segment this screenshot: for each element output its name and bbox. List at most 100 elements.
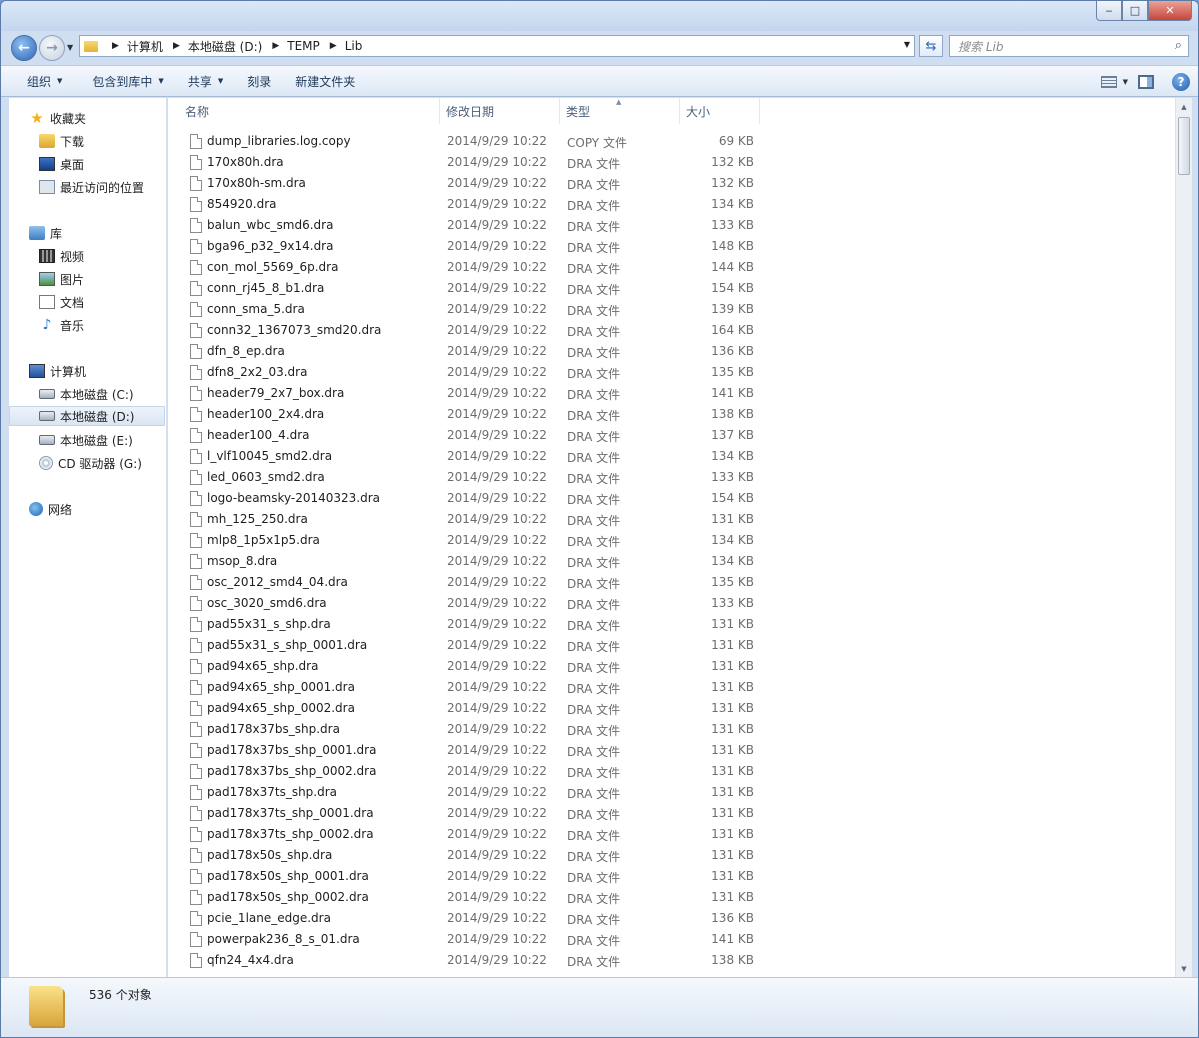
address-bar[interactable]: ▶ 计算机 ▶ 本地磁盘 (D:) ▶ TEMP ▶ Lib ▼ bbox=[79, 35, 915, 57]
file-type: DRA 文件 bbox=[567, 556, 621, 570]
organize-button[interactable]: 组织 ▼ bbox=[15, 69, 74, 93]
column-header-name[interactable]: 名称 bbox=[168, 98, 440, 124]
burn-button[interactable]: 刻录 bbox=[235, 69, 283, 93]
file-row[interactable]: pad55x31_s_shp.dra 2014/9/29 10:22 DRA 文件 1… bbox=[168, 614, 768, 635]
file-row[interactable]: pad178x37bs_shp_0002.dra 2014/9/29 10:22 D… bbox=[168, 761, 768, 782]
chevron-right-icon[interactable]: ▶ bbox=[112, 41, 119, 51]
file-row[interactable]: header100_2x4.dra 2014/9/29 10:22 DRA 文件 13… bbox=[168, 404, 768, 425]
column-header-date[interactable]: 修改日期 bbox=[440, 98, 560, 124]
file-row[interactable]: led_0603_smd2.dra 2014/9/29 10:22 DRA 文件 13… bbox=[168, 467, 768, 488]
breadcrumb-temp[interactable]: TEMP bbox=[287, 39, 320, 53]
back-button[interactable]: ← bbox=[11, 35, 37, 61]
breadcrumb-drive-d[interactable]: 本地磁盘 (D:) bbox=[188, 38, 262, 55]
file-row[interactable]: header79_2x7_box.dra 2014/9/29 10:22 DRA 文… bbox=[168, 383, 768, 404]
file-row[interactable]: pad94x65_shp_0001.dra 2014/9/29 10:22 DRA … bbox=[168, 677, 768, 698]
file-row[interactable]: pad94x65_shp.dra 2014/9/29 10:22 DRA 文件 131… bbox=[168, 656, 768, 677]
file-row[interactable]: logo-beamsky-20140323.dra 2014/9/29 10:22… bbox=[168, 488, 768, 509]
nav-pictures[interactable]: 图片 bbox=[39, 269, 84, 289]
picture-icon bbox=[39, 272, 55, 286]
breadcrumb-computer[interactable]: 计算机 bbox=[127, 38, 163, 55]
file-row[interactable]: mlp8_1p5x1p5.dra 2014/9/29 10:22 DRA 文件 134… bbox=[168, 530, 768, 551]
maximize-button[interactable]: □ bbox=[1122, 1, 1148, 21]
file-row[interactable]: qfn24_4x4.dra 2014/9/29 10:22 DRA 文件 138 KB bbox=[168, 950, 768, 971]
preview-pane-icon[interactable] bbox=[1138, 75, 1154, 89]
file-row[interactable]: osc_3020_smd6.dra 2014/9/29 10:22 DRA 文件 13… bbox=[168, 593, 768, 614]
include-in-library-button[interactable]: 包含到库中 ▼ bbox=[80, 69, 175, 93]
file-row[interactable]: pcie_1lane_edge.dra 2014/9/29 10:22 DRA 文件… bbox=[168, 908, 768, 929]
chevron-right-icon[interactable]: ▶ bbox=[330, 41, 337, 51]
scroll-down-icon[interactable]: ▼ bbox=[1176, 960, 1192, 977]
nav-recent-places[interactable]: 最近访问的位置 bbox=[39, 177, 144, 197]
file-row[interactable]: pad178x37ts_shp_0002.dra 2014/9/29 10:22 D… bbox=[168, 824, 768, 845]
file-row[interactable]: 854920.dra 2014/9/29 10:22 DRA 文件 134 KB bbox=[168, 194, 768, 215]
nav-drive-e[interactable]: 本地磁盘 (E:) bbox=[39, 430, 133, 450]
file-row[interactable]: pad178x50s_shp.dra 2014/9/29 10:22 DRA 文件 1… bbox=[168, 845, 768, 866]
recent-pages-dropdown[interactable]: ▼ bbox=[67, 43, 73, 52]
nav-documents[interactable]: 文档 bbox=[39, 292, 84, 312]
file-row[interactable]: l_vlf10045_smd2.dra 2014/9/29 10:22 DRA 文件… bbox=[168, 446, 768, 467]
nav-cd-drive-g[interactable]: CD 驱动器 (G:) bbox=[39, 453, 142, 473]
file-row[interactable]: pad178x50s_shp_0002.dra 2014/9/29 10:22 DR… bbox=[168, 887, 768, 908]
file-row[interactable]: msop_8.dra 2014/9/29 10:22 DRA 文件 134 KB bbox=[168, 551, 768, 572]
scrollbar-thumb[interactable] bbox=[1178, 117, 1190, 175]
view-options-icon[interactable] bbox=[1100, 76, 1117, 88]
file-row[interactable]: pad178x37bs_shp_0001.dra 2014/9/29 10:22 D… bbox=[168, 740, 768, 761]
scroll-up-icon[interactable]: ▲ bbox=[1176, 98, 1192, 115]
file-row[interactable]: 170x80h-sm.dra 2014/9/29 10:22 DRA 文件 132 K… bbox=[168, 173, 768, 194]
file-date: 2014/9/29 10:22 bbox=[447, 155, 547, 169]
file-row[interactable]: 170x80h.dra 2014/9/29 10:22 DRA 文件 132 KB bbox=[168, 152, 768, 173]
file-row[interactable]: dfn8_2x2_03.dra 2014/9/29 10:22 DRA 文件 135 … bbox=[168, 362, 768, 383]
file-row[interactable]: dfn_8_ep.dra 2014/9/29 10:22 DRA 文件 136 KB bbox=[168, 341, 768, 362]
network-icon bbox=[29, 502, 43, 516]
file-row[interactable]: balun_wbc_smd6.dra 2014/9/29 10:22 DRA 文件 1… bbox=[168, 215, 768, 236]
nav-network[interactable]: 网络 bbox=[29, 499, 72, 519]
file-row[interactable]: pad178x37bs_shp.dra 2014/9/29 10:22 DRA 文件… bbox=[168, 719, 768, 740]
minimize-button[interactable]: ‒ bbox=[1096, 1, 1122, 21]
column-header-size[interactable]: 大小 bbox=[680, 98, 760, 124]
file-row[interactable]: pad178x50s_shp_0001.dra 2014/9/29 10:22 DR… bbox=[168, 866, 768, 887]
share-button[interactable]: 共享 ▼ bbox=[176, 69, 235, 93]
nav-favorites[interactable]: ★ 收藏夹 bbox=[29, 108, 86, 128]
nav-downloads[interactable]: 下载 bbox=[39, 131, 84, 151]
nav-drive-c[interactable]: 本地磁盘 (C:) bbox=[39, 384, 134, 404]
file-row[interactable]: pad178x37ts_shp_0001.dra 2014/9/29 10:22 D… bbox=[168, 803, 768, 824]
search-input[interactable]: 搜索 Lib ⌕ bbox=[949, 35, 1189, 57]
file-row[interactable]: dump_libraries.log.copy 2014/9/29 10:22 CO… bbox=[168, 131, 768, 152]
file-row[interactable]: powerpak236_8_s_01.dra 2014/9/29 10:22 DRA… bbox=[168, 929, 768, 950]
file-row[interactable]: con_mol_5569_6p.dra 2014/9/29 10:22 DRA 文件… bbox=[168, 257, 768, 278]
breadcrumb-lib[interactable]: Lib bbox=[345, 39, 363, 53]
file-size: 134 KB bbox=[711, 449, 754, 463]
chevron-right-icon[interactable]: ▶ bbox=[173, 41, 180, 51]
file-row[interactable]: pad178x37ts_shp.dra 2014/9/29 10:22 DRA 文件… bbox=[168, 782, 768, 803]
new-folder-button[interactable]: 新建文件夹 bbox=[283, 69, 367, 93]
vertical-scrollbar[interactable]: ▲ ▼ bbox=[1175, 98, 1192, 977]
help-icon[interactable]: ? bbox=[1172, 73, 1190, 91]
nav-drive-d[interactable]: 本地磁盘 (D:) bbox=[9, 406, 165, 426]
file-row[interactable]: conn32_1367073_smd20.dra 2014/9/29 10:22 D… bbox=[168, 320, 768, 341]
nav-desktop[interactable]: 桌面 bbox=[39, 154, 84, 174]
file-row[interactable]: mh_125_250.dra 2014/9/29 10:22 DRA 文件 131 K… bbox=[168, 509, 768, 530]
refresh-button[interactable]: ⇆ bbox=[919, 35, 943, 57]
file-name: pad178x50s_shp_0002.dra bbox=[207, 890, 369, 904]
file-name: pad55x31_s_shp.dra bbox=[207, 617, 331, 631]
nav-music[interactable]: ♪ 音乐 bbox=[39, 315, 84, 335]
search-icon[interactable]: ⌕ bbox=[1175, 38, 1182, 53]
nav-videos[interactable]: 视频 bbox=[39, 246, 84, 266]
file-row[interactable]: osc_2012_smd4_04.dra 2014/9/29 10:22 DRA 文… bbox=[168, 572, 768, 593]
address-dropdown-icon[interactable]: ▼ bbox=[904, 40, 910, 49]
file-row[interactable]: header100_4.dra 2014/9/29 10:22 DRA 文件 137 … bbox=[168, 425, 768, 446]
file-row[interactable]: conn_rj45_8_b1.dra 2014/9/29 10:22 DRA 文件 1… bbox=[168, 278, 768, 299]
file-row[interactable]: conn_sma_5.dra 2014/9/29 10:22 DRA 文件 139 K… bbox=[168, 299, 768, 320]
file-type: DRA 文件 bbox=[567, 346, 621, 360]
file-row[interactable]: bga96_p32_9x14.dra 2014/9/29 10:22 DRA 文件 1… bbox=[168, 236, 768, 257]
file-type: DRA 文件 bbox=[567, 640, 621, 654]
arrow-left-icon: ← bbox=[18, 40, 30, 56]
chevron-right-icon[interactable]: ▶ bbox=[272, 41, 279, 51]
nav-computer[interactable]: 计算机 bbox=[29, 361, 86, 381]
view-dropdown-icon[interactable]: ▼ bbox=[1123, 78, 1128, 86]
file-row[interactable]: pad94x65_shp_0002.dra 2014/9/29 10:22 DRA … bbox=[168, 698, 768, 719]
forward-button[interactable]: → bbox=[39, 35, 65, 61]
close-button[interactable]: ✕ bbox=[1148, 1, 1192, 21]
file-row[interactable]: pad55x31_s_shp_0001.dra 2014/9/29 10:22 DR… bbox=[168, 635, 768, 656]
nav-libraries[interactable]: 库 bbox=[29, 223, 62, 243]
